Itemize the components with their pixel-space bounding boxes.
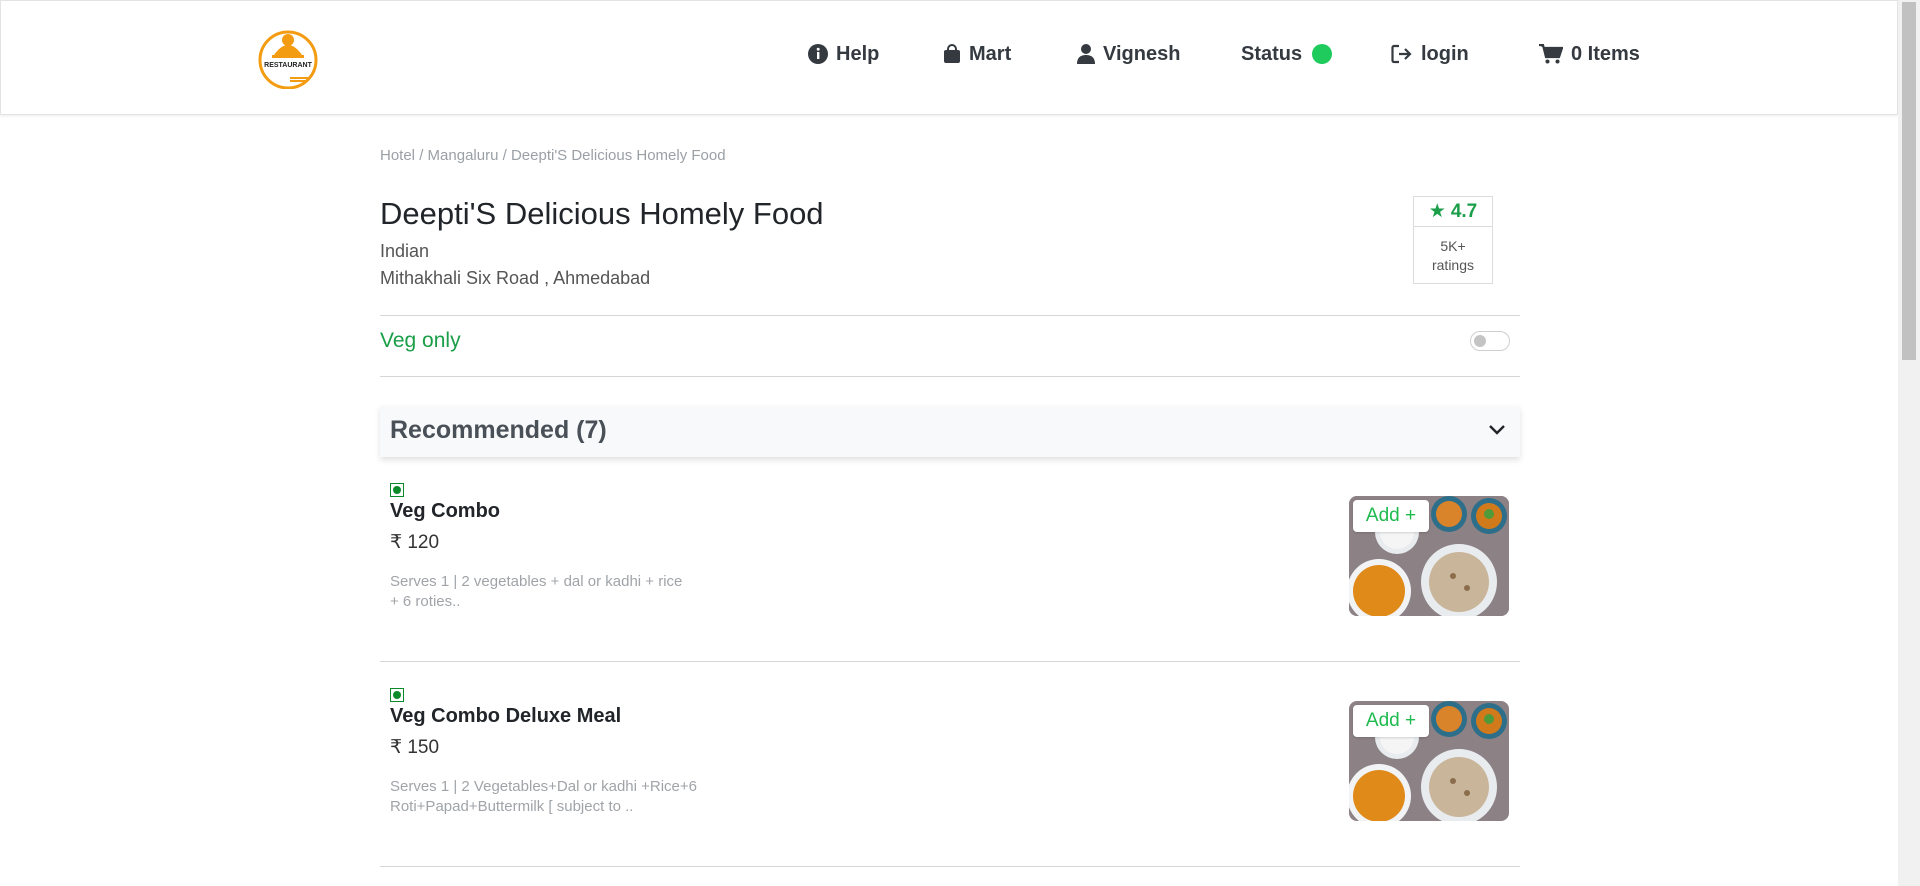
item-price: ₹ 150 <box>390 737 440 758</box>
divider <box>380 866 1520 867</box>
item-name: Veg Combo <box>390 500 501 522</box>
nav-login[interactable]: login <box>1391 39 1469 69</box>
rating-number: 4.7 <box>1450 200 1478 222</box>
nav-mart-label: Mart <box>969 42 1012 65</box>
nav-mart[interactable]: Mart <box>943 39 1011 69</box>
breadcrumb-separator: / <box>415 147 428 164</box>
nav-user[interactable]: Vignesh <box>1077 39 1180 69</box>
rating-box: ★ 4.7 5K+ ratings <box>1413 196 1493 284</box>
restaurant-address: Mithakhali Six Road , Ahmedabad <box>380 268 651 288</box>
divider <box>380 315 1520 316</box>
menu-item: Veg Combo ₹ 120 Serves 1 | 2 vegetables … <box>380 470 1520 665</box>
ratings-count-value: 5K+ <box>1440 238 1466 254</box>
divider <box>380 376 1520 377</box>
top-navbar: RESTAURANT Help Mart Vignesh Status logi… <box>0 0 1898 115</box>
section-title: Recommended (7) <box>390 416 607 444</box>
star-icon: ★ <box>1428 201 1446 222</box>
restaurant-logo[interactable]: RESTAURANT <box>256 27 320 90</box>
cart-icon <box>1539 44 1563 64</box>
add-item-button[interactable]: Add + <box>1353 500 1429 532</box>
food-image: Add + <box>1349 496 1509 616</box>
rating-value: ★ 4.7 <box>1414 197 1492 227</box>
item-name: Veg Combo Deluxe Meal <box>390 705 622 727</box>
veg-indicator-icon <box>390 483 404 497</box>
nav-help-label: Help <box>836 42 880 65</box>
divider <box>380 661 1520 662</box>
breadcrumb-hotel[interactable]: Hotel <box>380 147 415 164</box>
breadcrumb: Hotel / Mangaluru / Deepti'S Delicious H… <box>380 147 726 164</box>
shopping-bag-icon <box>944 44 960 63</box>
menu-item: Veg Combo Deluxe Meal ₹ 150 Serves 1 | 2… <box>380 676 1520 871</box>
add-item-button[interactable]: Add + <box>1353 705 1429 737</box>
breadcrumb-city[interactable]: Mangaluru <box>428 147 499 164</box>
veg-only-toggle[interactable] <box>1470 331 1510 351</box>
sign-in-icon <box>1391 44 1412 64</box>
food-image: Add + <box>1349 701 1509 821</box>
chevron-down-icon <box>1489 425 1505 435</box>
logo-text: RESTAURANT <box>264 62 312 69</box>
nav-status-label: Status <box>1241 42 1303 65</box>
user-icon <box>1077 44 1095 64</box>
ratings-count: 5K+ ratings <box>1414 227 1492 275</box>
scrollbar-thumb[interactable] <box>1902 2 1916 360</box>
nav-cart-label: 0 Items <box>1571 42 1640 65</box>
nav-cart[interactable]: 0 Items <box>1539 39 1640 69</box>
nav-login-label: login <box>1421 42 1469 65</box>
breadcrumb-separator: / <box>498 147 511 164</box>
page-scrollbar[interactable] <box>1898 0 1920 886</box>
info-icon <box>808 44 828 64</box>
toggle-knob <box>1474 335 1486 347</box>
breadcrumb-restaurant: Deepti'S Delicious Homely Food <box>510 147 726 164</box>
item-description: Serves 1 | 2 vegetables + dal or kadhi +… <box>390 573 683 610</box>
nav-status[interactable]: Status <box>1241 39 1333 69</box>
veg-only-label: Veg only <box>380 329 461 352</box>
status-indicator-icon <box>1312 44 1333 64</box>
veg-indicator-icon <box>390 688 404 702</box>
nav-user-label: Vignesh <box>1103 42 1181 65</box>
item-description: Serves 1 | 2 Vegetables+Dal or kadhi +Ri… <box>390 778 698 815</box>
item-price: ₹ 120 <box>390 532 440 553</box>
ratings-count-label: ratings <box>1431 257 1475 273</box>
restaurant-cuisine: Indian <box>380 241 430 261</box>
nav-help[interactable]: Help <box>808 39 879 69</box>
restaurant-name: Deepti'S Delicious Homely Food <box>380 196 824 231</box>
recommended-section-header[interactable]: Recommended (7) <box>380 406 1520 457</box>
